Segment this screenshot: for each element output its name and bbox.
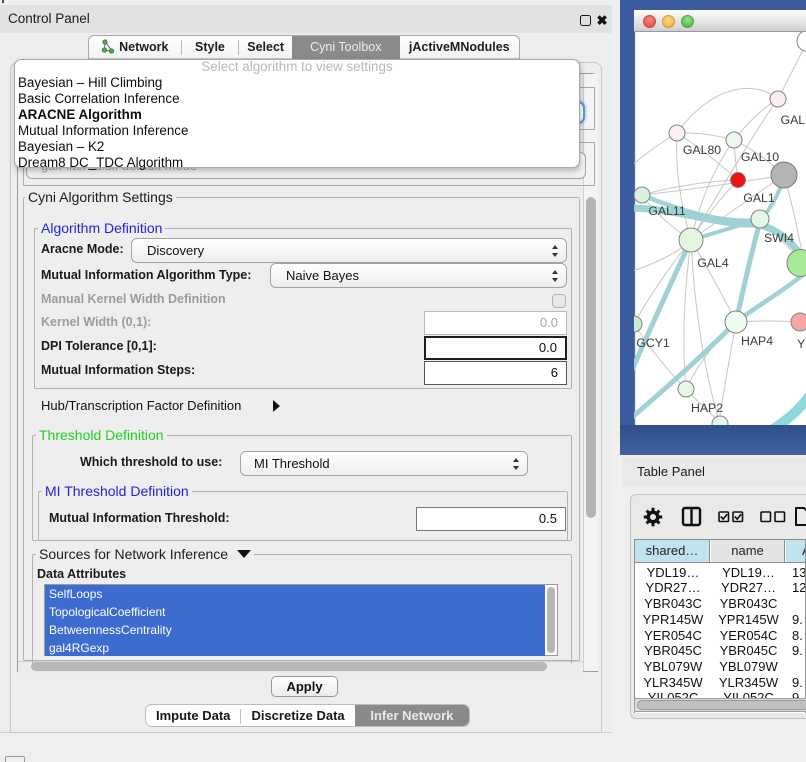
svg-text:GCY1: GCY1 [636,336,670,350]
svg-text:GAL10: GAL10 [741,150,779,164]
svg-text:SWI4: SWI4 [764,231,794,245]
svg-text:GAL1: GAL1 [743,191,775,205]
svg-text:HAP2: HAP2 [691,401,723,415]
svg-text:HAP4: HAP4 [741,334,773,348]
svg-text:YBR: YBR [797,337,806,351]
svg-text:GAL7: GAL7 [781,113,806,127]
svg-text:GAL80: GAL80 [683,143,721,157]
svg-text:GAL11: GAL11 [648,204,686,218]
svg-text:GAL4: GAL4 [697,256,729,270]
